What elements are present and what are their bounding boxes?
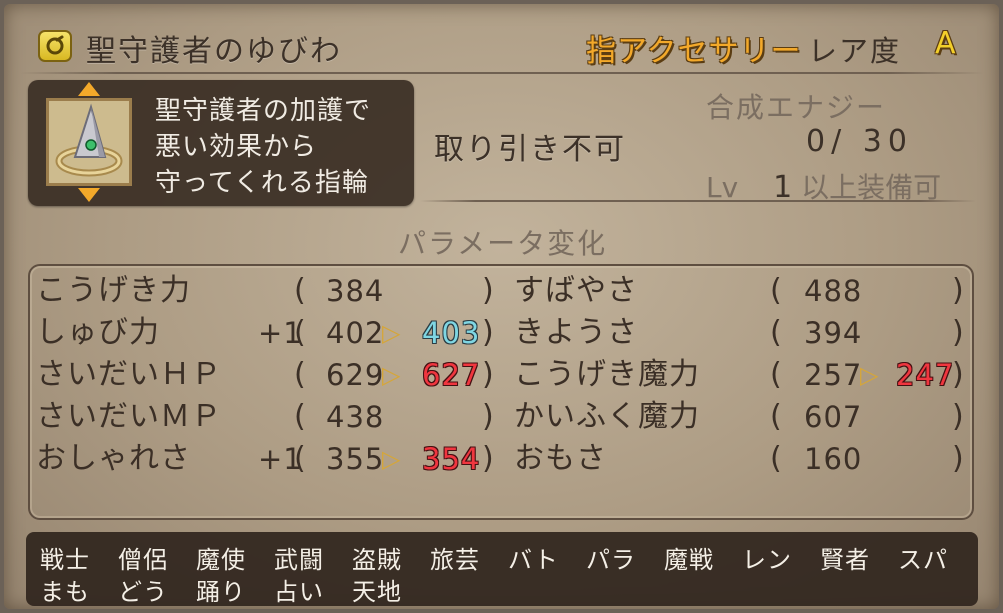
- stat-open-paren: (: [770, 315, 783, 350]
- stat-row-max-mp: さいだいＭＰ ( 438 ): [36, 396, 506, 438]
- stat-name: おもさ: [514, 441, 607, 476]
- stat-name: しゅび力: [36, 315, 160, 350]
- stat-current: 438: [326, 400, 385, 434]
- ring-icon: [55, 103, 123, 177]
- stat-open-paren: (: [770, 273, 783, 308]
- ring-category-icon: [38, 30, 72, 62]
- job-label: レン: [742, 546, 792, 574]
- stat-name: こうげき力: [36, 273, 191, 308]
- change-arrow-icon: ▷: [382, 445, 402, 473]
- job-label: 占い: [274, 578, 324, 606]
- stat-open-paren: (: [294, 315, 307, 350]
- stat-name: こうげき魔力: [514, 357, 700, 392]
- stat-open-paren: (: [294, 273, 307, 308]
- job-label: 武闘: [274, 546, 324, 574]
- stat-close-paren: ): [952, 441, 965, 476]
- stat-close-paren: ): [482, 441, 495, 476]
- description-line-3: 守ってくれる指輪: [155, 168, 369, 198]
- stat-current: 160: [804, 442, 863, 476]
- arrow-down-icon[interactable]: [78, 188, 100, 202]
- stat-current: 488: [804, 274, 863, 308]
- stat-open-paren: (: [770, 399, 783, 434]
- stat-close-paren: ): [482, 399, 495, 434]
- rarity-label: レア度: [808, 34, 902, 68]
- stat-new-value: 247: [896, 358, 955, 392]
- trade-status: 取り引き不可: [434, 132, 626, 167]
- job-label: バト: [508, 546, 559, 574]
- stat-row-style: おしゃれさ +1 ( 355 ▷ 354 ): [36, 438, 506, 480]
- jobs-row-1: 戦士 僧侶 魔使 武闘 盗賊 旅芸 バト パラ 魔戦 レン 賢者 スパ: [40, 540, 970, 574]
- stat-current: 629: [326, 358, 385, 392]
- stat-close-paren: ): [952, 315, 965, 350]
- job-label: どう: [118, 578, 168, 606]
- stat-close-paren: ): [952, 273, 965, 308]
- job-label: 賢者: [820, 546, 870, 574]
- job-label: 踊り: [196, 578, 246, 606]
- info-divider: [420, 200, 976, 202]
- arrow-up-icon[interactable]: [78, 82, 100, 96]
- stat-new-value: 627: [422, 358, 481, 392]
- stat-name: かいふく魔力: [514, 399, 700, 434]
- stat-current: 355: [326, 442, 385, 476]
- description-line-2: 悪い効果から: [155, 132, 318, 162]
- stat-name: きようさ: [514, 315, 638, 350]
- stat-open-paren: (: [294, 399, 307, 434]
- stats-right-column: すばやさ ( 488 ) きようさ ( 394 ) こうげき魔力 ( 257 ▷…: [514, 270, 964, 480]
- change-arrow-icon: ▷: [382, 361, 402, 389]
- stat-close-paren: ): [952, 399, 965, 434]
- job-label: 盗賊: [352, 546, 402, 574]
- stat-current: 607: [804, 400, 863, 434]
- stat-name: すばやさ: [514, 273, 638, 308]
- stat-row-weight: おもさ ( 160 ): [514, 438, 964, 480]
- item-category: 指アクセサリー: [586, 34, 802, 69]
- job-label: スパ: [898, 546, 948, 574]
- change-arrow-icon: ▷: [382, 319, 402, 347]
- stat-row-agility: すばやさ ( 488 ): [514, 270, 964, 312]
- job-label: パラ: [586, 546, 636, 574]
- stat-new-value: 354: [422, 442, 481, 476]
- stat-row-heal-magic: かいふく魔力 ( 607 ): [514, 396, 964, 438]
- job-label: 僧侶: [118, 546, 168, 574]
- stat-row-attack-magic: こうげき魔力 ( 257 ▷ 247 ): [514, 354, 964, 396]
- job-label: 天地: [352, 578, 402, 606]
- item-image-frame: [46, 98, 132, 186]
- stat-current: 402: [326, 316, 385, 350]
- stat-row-defense: しゅび力 +1 ( 402 ▷ 403 ): [36, 312, 506, 354]
- stat-close-paren: ): [482, 315, 495, 350]
- job-label: 魔使: [196, 546, 246, 574]
- stat-name: おしゃれさ: [36, 441, 191, 476]
- stat-name: さいだいＨＰ: [36, 357, 222, 392]
- stats-left-column: こうげき力 ( 384 ) しゅび力 +1 ( 402 ▷ 403 ) さいだい…: [36, 270, 506, 480]
- job-label: 戦士: [40, 546, 90, 574]
- stat-open-paren: (: [294, 357, 307, 392]
- stat-current: 394: [804, 316, 863, 350]
- change-arrow-icon: ▷: [860, 361, 880, 389]
- jobs-row-2: まも どう 踊り 占い 天地: [40, 572, 970, 606]
- item-name: 聖守護者のゆびわ: [86, 34, 342, 69]
- job-label: 旅芸: [430, 546, 480, 574]
- stat-current: 384: [326, 274, 385, 308]
- parameter-change-title: パラメータ変化: [398, 227, 608, 260]
- rarity-value: A: [935, 26, 956, 61]
- job-label: 魔戦: [664, 546, 714, 574]
- stat-close-paren: ): [482, 357, 495, 392]
- stat-row-max-hp: さいだいＨＰ ( 629 ▷ 627 ): [36, 354, 506, 396]
- stat-close-paren: ): [952, 357, 965, 392]
- description-line-1: 聖守護者の加護で: [155, 96, 372, 126]
- job-label: まも: [40, 578, 90, 606]
- stat-new-value: 403: [422, 316, 481, 350]
- energy-label: 合成エナジー: [706, 91, 887, 124]
- stat-open-paren: (: [294, 441, 307, 476]
- stat-name: さいだいＭＰ: [36, 399, 222, 434]
- stat-open-paren: (: [770, 357, 783, 392]
- stat-open-paren: (: [770, 441, 783, 476]
- stat-current: 257: [804, 358, 863, 392]
- energy-value: 0/ 30: [806, 124, 913, 159]
- stat-close-paren: ): [482, 273, 495, 308]
- stat-row-dexterity: きようさ ( 394 ): [514, 312, 964, 354]
- header-divider: [20, 72, 984, 74]
- stat-row-attack: こうげき力 ( 384 ): [36, 270, 506, 312]
